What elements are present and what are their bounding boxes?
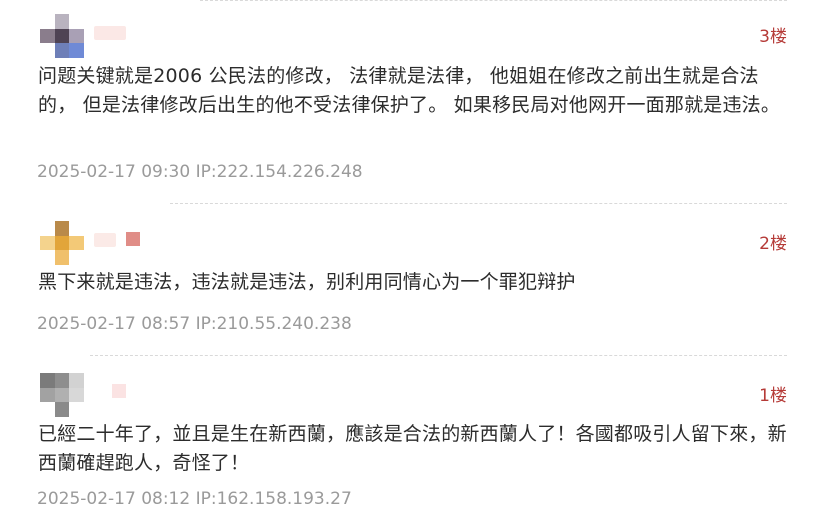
comment-meta: 2025-02-17 08:57 IP:210.55.240.238 <box>37 314 352 334</box>
avatar-pixel <box>40 250 55 265</box>
avatar-pixel <box>40 43 55 58</box>
comment-time: 2025-02-17 08:57 <box>37 314 191 334</box>
username-badge <box>126 232 140 246</box>
comment-time: 2025-02-17 08:12 <box>37 489 191 509</box>
username[interactable] <box>94 233 116 247</box>
avatar[interactable] <box>40 221 84 265</box>
comment-ip: IP:162.158.193.27 <box>195 489 352 509</box>
comment-divider <box>170 203 787 204</box>
avatar-pixel <box>54 221 70 236</box>
comment-item: 2楼 黑下来就是违法，违法就是违法，别利用同情心为一个罪犯辩护 2025-02-… <box>0 221 821 346</box>
comment-meta: 2025-02-17 09:30 IP:222.154.226.248 <box>37 162 363 182</box>
comment-text: 问题关键就是2006 公民法的修改， 法律就是法律， 他姐姐在修改之前出生就是合… <box>38 65 781 116</box>
avatar-pixel <box>54 373 70 388</box>
avatar-pixel <box>69 43 84 58</box>
avatar[interactable] <box>40 373 84 417</box>
comment-divider <box>90 355 787 356</box>
comment-divider <box>200 0 787 1</box>
avatar-pixel <box>54 43 70 58</box>
floor-number: 1楼 <box>759 386 787 406</box>
avatar-pixel <box>69 402 84 417</box>
avatar-pixel <box>54 235 70 251</box>
comment-ip: IP:222.154.226.248 <box>195 162 363 182</box>
comment-meta: 2025-02-17 08:12 IP:162.158.193.27 <box>37 489 352 509</box>
comment-time: 2025-02-17 09:30 <box>37 162 191 182</box>
avatar-pixel <box>69 387 84 403</box>
comment-text: 已經二十年了，並且是生在新西蘭，應該是合法的新西蘭人了！各國都吸引人留下來，新西… <box>38 423 787 474</box>
avatar-pixel <box>40 387 55 403</box>
avatar-pixel <box>54 14 70 29</box>
avatar-pixel <box>54 402 70 417</box>
avatar-pixel <box>54 250 70 265</box>
avatar-pixel <box>40 402 55 417</box>
comment-ip: IP:210.55.240.238 <box>195 314 352 334</box>
username-badge <box>112 384 126 398</box>
avatar-pixel <box>69 14 84 29</box>
avatar-pixel <box>40 235 55 251</box>
comment-item: 1楼 已經二十年了，並且是生在新西蘭，應該是合法的新西蘭人了！各國都吸引人留下來… <box>0 373 821 513</box>
avatar-pixel <box>69 373 84 388</box>
avatar-pixel <box>40 373 55 388</box>
comment-item: 3楼 问题关键就是2006 公民法的修改， 法律就是法律， 他姐姐在修改之前出生… <box>0 14 821 194</box>
avatar-pixel <box>69 235 84 251</box>
comment-text: 黑下来就是违法，违法就是违法，别利用同情心为一个罪犯辩护 <box>38 271 576 293</box>
username[interactable] <box>94 385 108 399</box>
avatar-pixel <box>40 28 55 44</box>
avatar-pixel <box>54 28 70 44</box>
avatar-pixel <box>69 28 84 44</box>
avatar-pixel <box>54 387 70 403</box>
avatar-pixel <box>69 250 84 265</box>
floor-number: 2楼 <box>759 234 787 254</box>
avatar-pixel <box>69 221 84 236</box>
username[interactable] <box>94 26 126 40</box>
floor-number: 3楼 <box>759 27 787 47</box>
avatar-pixel <box>40 14 55 29</box>
avatar[interactable] <box>40 14 84 58</box>
avatar-pixel <box>40 221 55 236</box>
